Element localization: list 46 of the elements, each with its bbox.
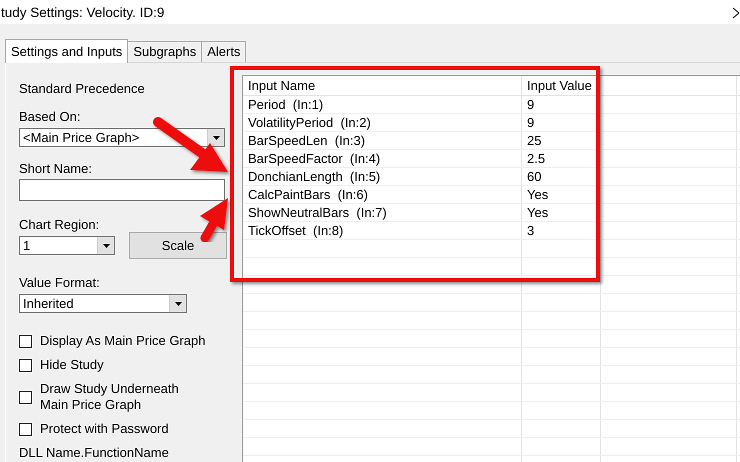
table-cell: BarSpeedFactor (In:4) <box>243 150 522 167</box>
caret-icon <box>102 244 110 248</box>
table-cell: TickOffset (In:8) <box>243 222 522 239</box>
field-label: Chart Region: <box>19 217 100 232</box>
tab[interactable]: Settings and Inputs <box>5 39 128 63</box>
tab[interactable]: Alerts <box>201 41 246 62</box>
table-cell: 9 <box>522 114 601 131</box>
column-header[interactable]: Input Value <box>522 76 601 95</box>
table-cell: 9 <box>522 96 601 113</box>
table-cell: 3 <box>522 222 601 239</box>
table-cell: BarSpeedLen (In:3) <box>243 132 522 149</box>
table-cell: Yes <box>522 186 601 203</box>
close-icon[interactable] <box>732 7 740 19</box>
section-label: Standard Precedence <box>19 81 146 96</box>
table-cell: CalcPaintBars (In:6) <box>243 186 522 203</box>
tab[interactable]: Subgraphs <box>127 41 202 62</box>
caret-icon <box>212 136 220 140</box>
table-cell: 25 <box>522 132 601 149</box>
table-cell: Yes <box>522 204 601 221</box>
dropdown[interactable]: 1 <box>19 236 115 255</box>
field-label: Value Format: <box>19 275 101 290</box>
checkbox-label: Draw Study Underneath Main Price Graph <box>40 381 180 413</box>
arrow <box>200 198 228 242</box>
window-title: tudy Settings: Velocity. ID:9 <box>1 4 164 20</box>
checkbox-label: Hide Study <box>40 357 105 373</box>
caret-icon <box>174 302 182 306</box>
field-label: Short Name: <box>19 161 93 176</box>
table-cell: DonchianLength (In:5) <box>243 168 522 185</box>
field-label: DLL Name.FunctionName <box>19 445 170 460</box>
checkbox-label: Display As Main Price Graph <box>40 333 206 349</box>
table-cell: 2.5 <box>522 150 601 167</box>
checkbox[interactable] <box>19 390 32 404</box>
table-cell: VolatilityPeriod (In:2) <box>243 114 522 131</box>
field-label: Based On: <box>19 109 82 124</box>
checkbox-label: Protect with Password <box>40 421 170 437</box>
table-cell: ShowNeutralBars (In:7) <box>243 204 522 221</box>
checkbox[interactable] <box>19 422 32 436</box>
table-cell: 60 <box>522 168 601 185</box>
scale-button[interactable]: Scale <box>129 232 227 259</box>
checkbox[interactable] <box>19 334 32 348</box>
text-field[interactable] <box>19 179 225 201</box>
dropdown[interactable]: Inherited <box>19 294 187 313</box>
dropdown[interactable]: <Main Price Graph> <box>19 128 225 147</box>
column-header[interactable]: Input Name <box>243 76 522 95</box>
table-cell: Period (In:1) <box>243 96 522 113</box>
checkbox[interactable] <box>19 358 32 372</box>
